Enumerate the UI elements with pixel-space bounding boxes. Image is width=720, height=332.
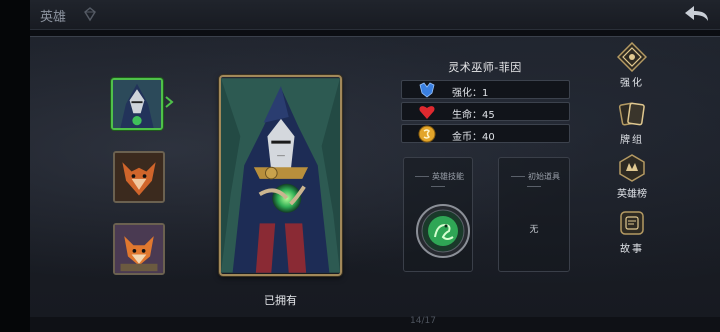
deck-label: 牌组 [620, 135, 644, 146]
hero-skill-title: 英雄技能 [404, 171, 472, 191]
blue-crystal-icon [419, 82, 435, 98]
upgrade-icon [617, 42, 647, 72]
leaderboard-label: 英雄榜 [617, 189, 647, 200]
upgrade-label: 强化 [620, 78, 644, 89]
stat-gold: 金币：40 [401, 124, 570, 143]
bottom-bar [30, 317, 720, 332]
selected-chevron-icon [165, 96, 174, 108]
stat-health-label: 生命：45 [452, 110, 495, 121]
squirrel-hero-portrait-icon [115, 225, 163, 273]
hero-thumb-squirrel[interactable] [113, 223, 165, 275]
red-heart-icon [419, 106, 435, 119]
cards-icon [618, 102, 645, 126]
deck-button[interactable]: 牌组 [612, 99, 652, 149]
stat-gold-label: 金币：40 [452, 132, 495, 143]
wizard-portrait-icon [113, 80, 161, 128]
stat-upgrade-label: 强化：1 [452, 88, 489, 99]
story-button[interactable]: 故事 [612, 208, 652, 258]
hero-thumb-wizard[interactable] [111, 78, 163, 130]
owned-status: 已拥有 [264, 294, 297, 307]
leaderboard-icon [619, 154, 645, 182]
spirit-snake-skill-icon[interactable] [415, 203, 471, 259]
hero-skill-box: 英雄技能 [403, 157, 473, 272]
gem-icon [84, 7, 96, 22]
starting-items-value: 无 [529, 225, 539, 235]
story-label: 故事 [620, 244, 644, 255]
hero-portrait-card [219, 75, 342, 276]
page-title: 英雄 [40, 10, 67, 25]
top-bar: 英雄 [30, 0, 720, 30]
stat-health: 生命：45 [401, 102, 570, 121]
fox-warrior-portrait-icon [115, 153, 163, 201]
screen-bezel [0, 0, 30, 332]
leaderboard-button[interactable]: 英雄榜 [612, 153, 652, 203]
back-arrow-icon[interactable] [682, 3, 712, 25]
hero-thumb-fox[interactable] [113, 151, 165, 203]
stat-upgrade: 强化：1 [401, 80, 570, 99]
gold-coin-icon [418, 125, 436, 143]
story-icon [620, 211, 644, 235]
upgrade-button[interactable]: 强化 [612, 42, 652, 92]
spirit-wizard-portrait-icon [221, 78, 340, 273]
hero-name: 灵术巫师-菲因 [448, 61, 522, 74]
page-counter: 14/17 [410, 316, 436, 326]
starting-items-title: 初始道具 [499, 171, 569, 191]
starting-items-box: 初始道具 无 [498, 157, 570, 272]
